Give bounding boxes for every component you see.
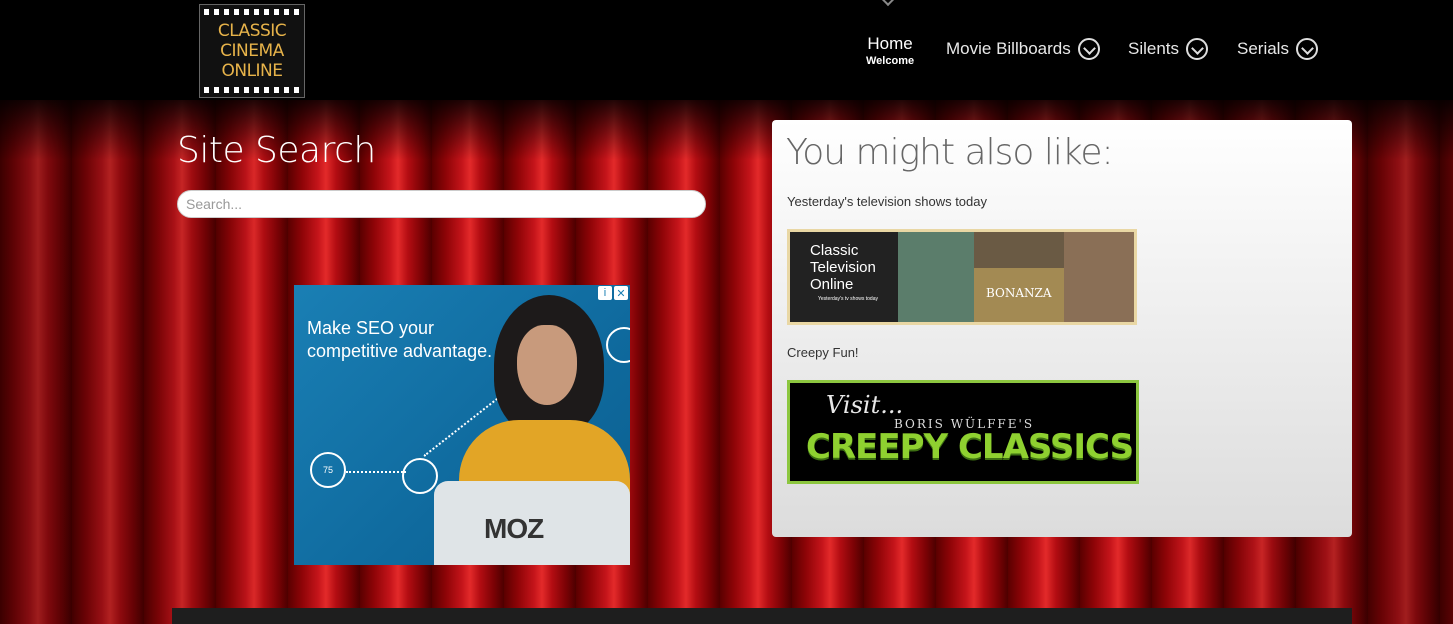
related-title: You might also like:: [786, 132, 1114, 173]
nav-serials-label: Serials: [1237, 39, 1289, 58]
related-panel: You might also like: Yesterday's televis…: [772, 120, 1352, 537]
related-caption-creepy: Creepy Fun!: [787, 345, 859, 360]
nav-home-sub: Welcome: [866, 55, 915, 67]
nav-silents-label: Silents: [1128, 39, 1180, 58]
banner-tv-title-3: Online: [810, 276, 854, 293]
info-icon[interactable]: i: [598, 286, 612, 300]
logo-line-2: CINEMA: [220, 41, 284, 61]
nav-caret-icon: [880, 0, 896, 7]
banner-photo-lucy: [898, 232, 974, 322]
logo-line-3: ONLINE: [221, 61, 283, 81]
chevron-down-icon[interactable]: [1295, 38, 1318, 60]
network-node-icon: [402, 458, 438, 494]
score-badge-icon: 75: [310, 452, 346, 488]
classic-television-banner[interactable]: Classic Television Online Yesterday's tv…: [787, 229, 1137, 325]
ad-dotted-line: [346, 471, 406, 473]
site-search-title: Site Search: [177, 130, 376, 171]
banner-photo-cast: [1064, 232, 1134, 322]
related-caption-tv: Yesterday's television shows today: [787, 194, 988, 209]
banner-tv-subtitle: Yesterday's tv shows today: [818, 296, 878, 302]
banner-tv-title-1: Classic: [810, 242, 859, 259]
ad-person-face: [517, 325, 577, 405]
banner-tv-show: BONANZA: [986, 286, 1052, 300]
nav-movie-billboards-label: Movie Billboards: [946, 39, 1071, 58]
logo-text: CLASSIC CINEMA ONLINE: [200, 21, 304, 81]
nav-silents[interactable]: Silents: [1128, 38, 1209, 60]
score-badge-value: 75: [322, 465, 333, 475]
site-logo[interactable]: CLASSIC CINEMA ONLINE: [199, 4, 305, 98]
chevron-down-icon[interactable]: [1077, 38, 1100, 60]
footer-bar: [172, 608, 1352, 624]
nav-home-label: Home: [867, 34, 913, 53]
logo-line-1: CLASSIC: [217, 21, 287, 41]
close-icon[interactable]: ✕: [614, 286, 628, 300]
ad-headline-line-2: competitive advantage.: [307, 341, 493, 361]
nav-home[interactable]: Home Welcome: [866, 34, 914, 67]
nav-movie-billboards[interactable]: Movie Billboards: [946, 38, 1100, 60]
banner-tv-title-2: Television: [810, 259, 876, 276]
film-strip-bottom: [204, 87, 300, 93]
ad-headline: Make SEO your competitive advantage.: [307, 317, 492, 363]
moz-logo: MOZ: [484, 513, 544, 544]
moz-advertisement[interactable]: 75 MOZ Make SEO your competitive advanta…: [294, 285, 630, 565]
ad-headline-line-1: Make SEO your: [307, 318, 435, 338]
banner-tv-title: Classic Television Online: [810, 242, 876, 293]
network-node-icon: [606, 327, 630, 363]
banner-creepy-visit: Visit...: [826, 391, 904, 419]
banner-photo-horses: [974, 232, 1064, 268]
adchoices[interactable]: i ✕: [598, 286, 628, 300]
banner-creepy-title: CREEPY CLASSICS: [806, 427, 1134, 467]
nav-serials[interactable]: Serials: [1237, 38, 1318, 60]
creepy-classics-banner[interactable]: Visit... BORIS WÜLFFE'S CREEPY CLASSICS: [787, 380, 1139, 484]
chevron-down-icon[interactable]: [1186, 38, 1209, 60]
search-input[interactable]: [177, 190, 706, 218]
film-strip-top: [204, 9, 300, 15]
